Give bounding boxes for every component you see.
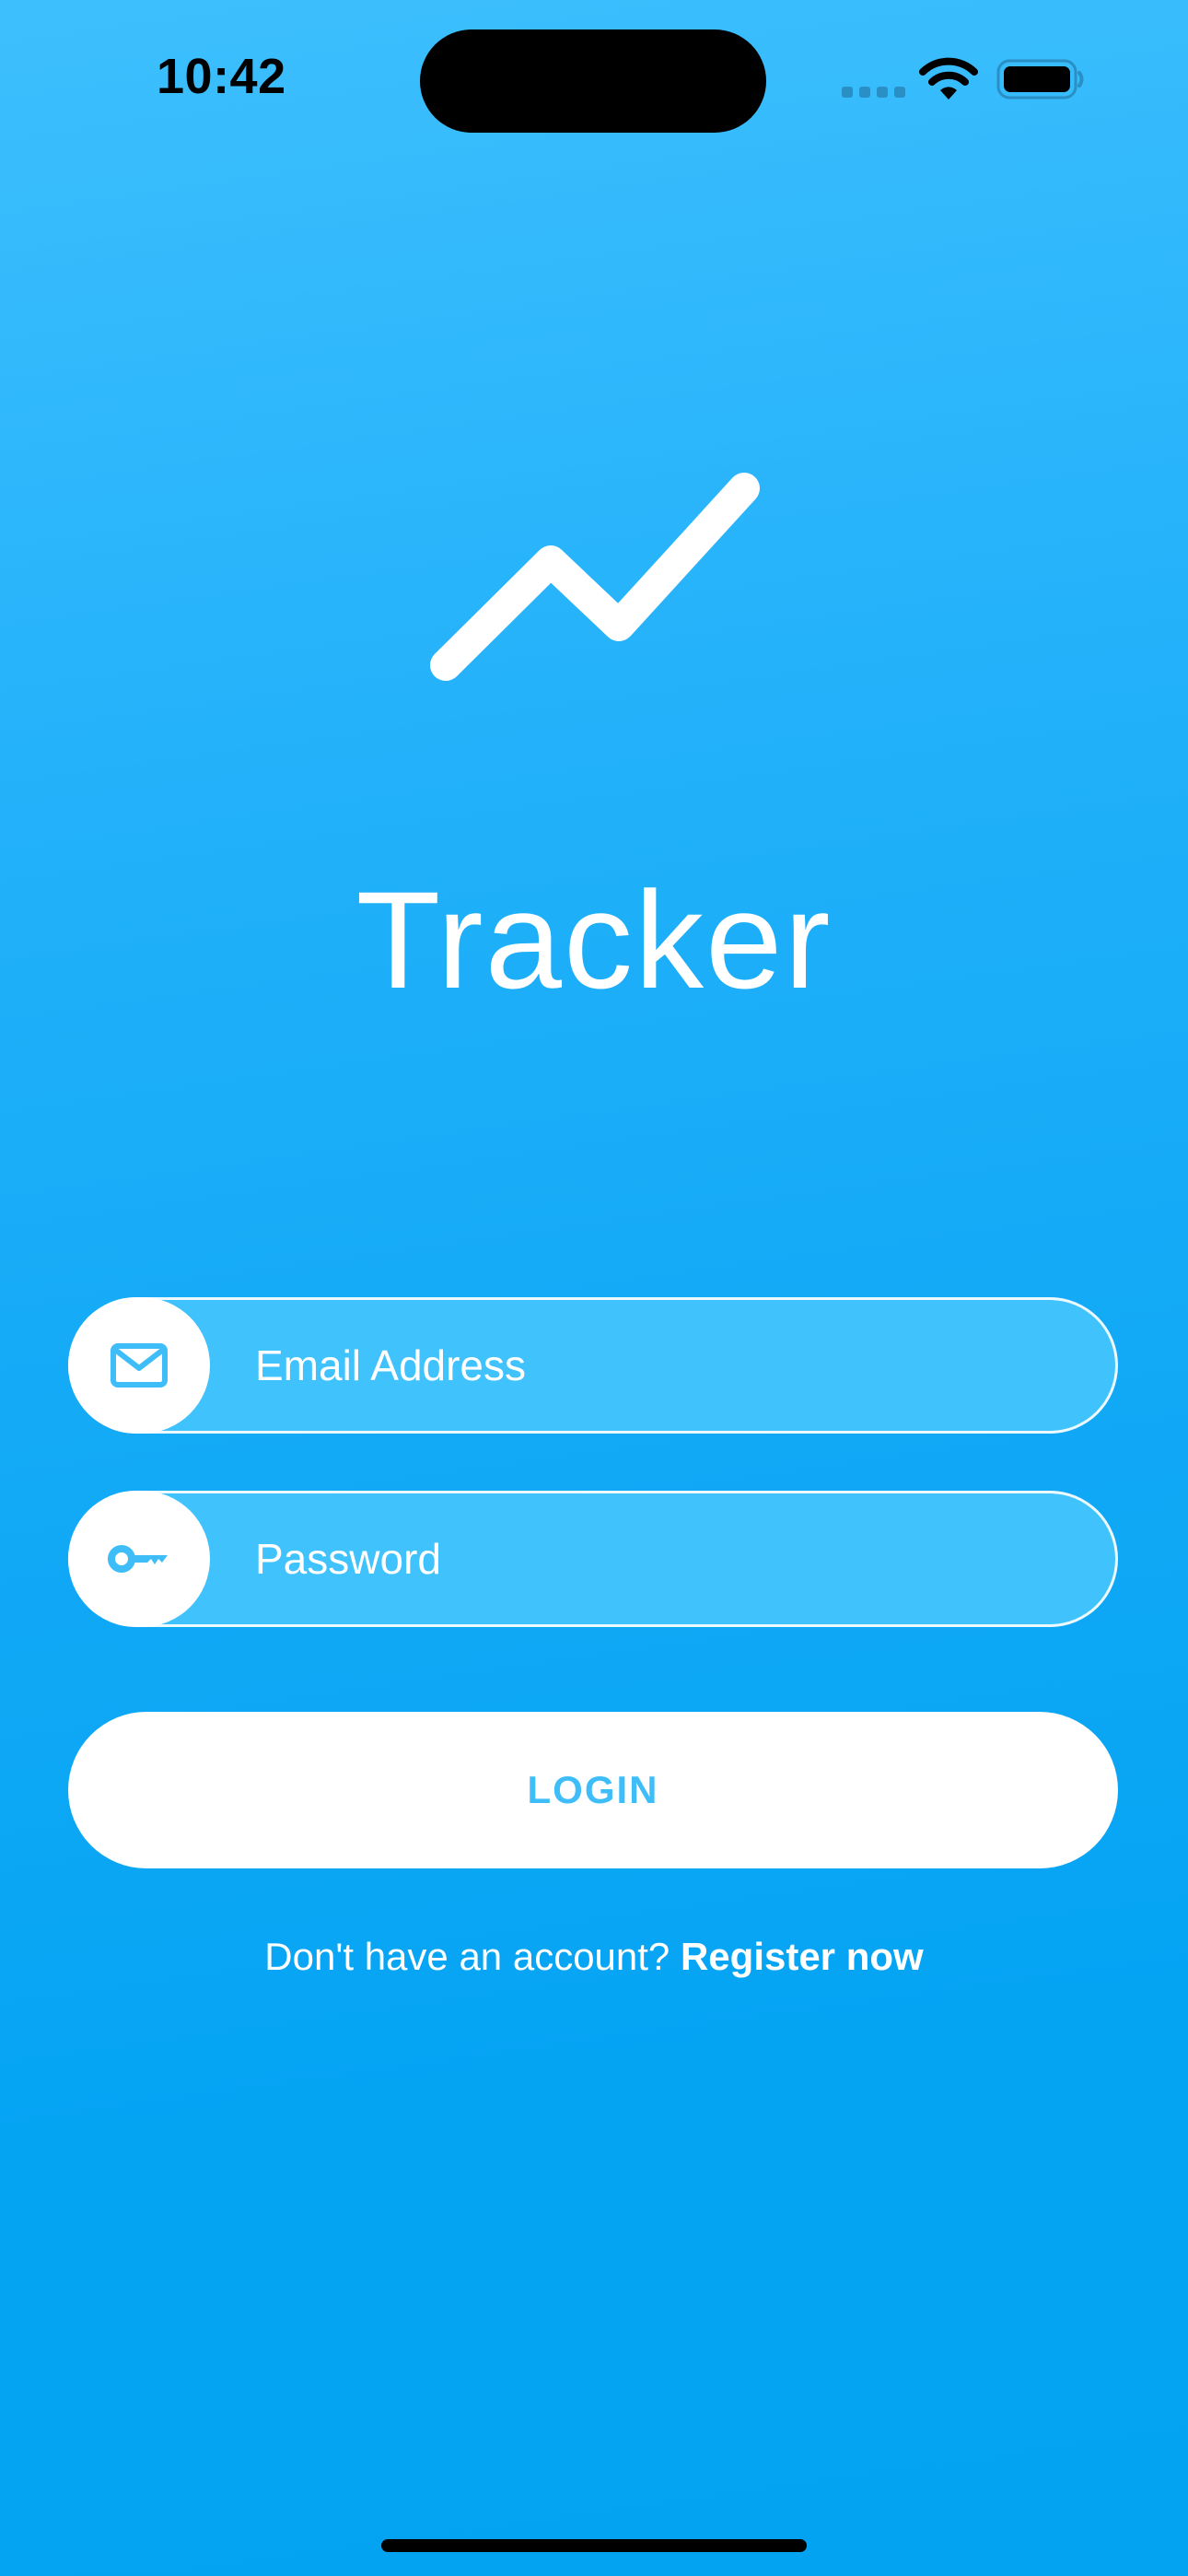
dynamic-island xyxy=(420,29,766,133)
trend-line-icon xyxy=(430,473,760,681)
password-input[interactable] xyxy=(255,1493,1084,1624)
envelope-icon xyxy=(111,1343,168,1388)
register-prompt: Don't have an account? Register now xyxy=(0,1935,1188,1979)
app-title: Tracker xyxy=(355,862,833,1017)
battery-icon xyxy=(996,59,1084,100)
register-prompt-text: Don't have an account? xyxy=(264,1935,670,1978)
register-now-link[interactable]: Register now xyxy=(681,1935,924,1978)
password-field[interactable] xyxy=(68,1491,1118,1627)
home-indicator[interactable] xyxy=(381,2539,807,2552)
login-button[interactable]: LOGIN xyxy=(68,1712,1118,1868)
email-icon-badge xyxy=(68,1297,210,1434)
key-icon xyxy=(108,1545,168,1573)
status-time: 10:42 xyxy=(157,49,286,104)
email-field[interactable] xyxy=(68,1297,1118,1434)
cellular-signal-icon xyxy=(842,87,905,98)
password-icon-badge xyxy=(68,1491,210,1627)
email-input[interactable] xyxy=(255,1300,1084,1431)
wifi-icon xyxy=(919,57,978,100)
login-screen: 10:42 Tracker Email Address LOGIN Don't … xyxy=(0,0,1188,2576)
